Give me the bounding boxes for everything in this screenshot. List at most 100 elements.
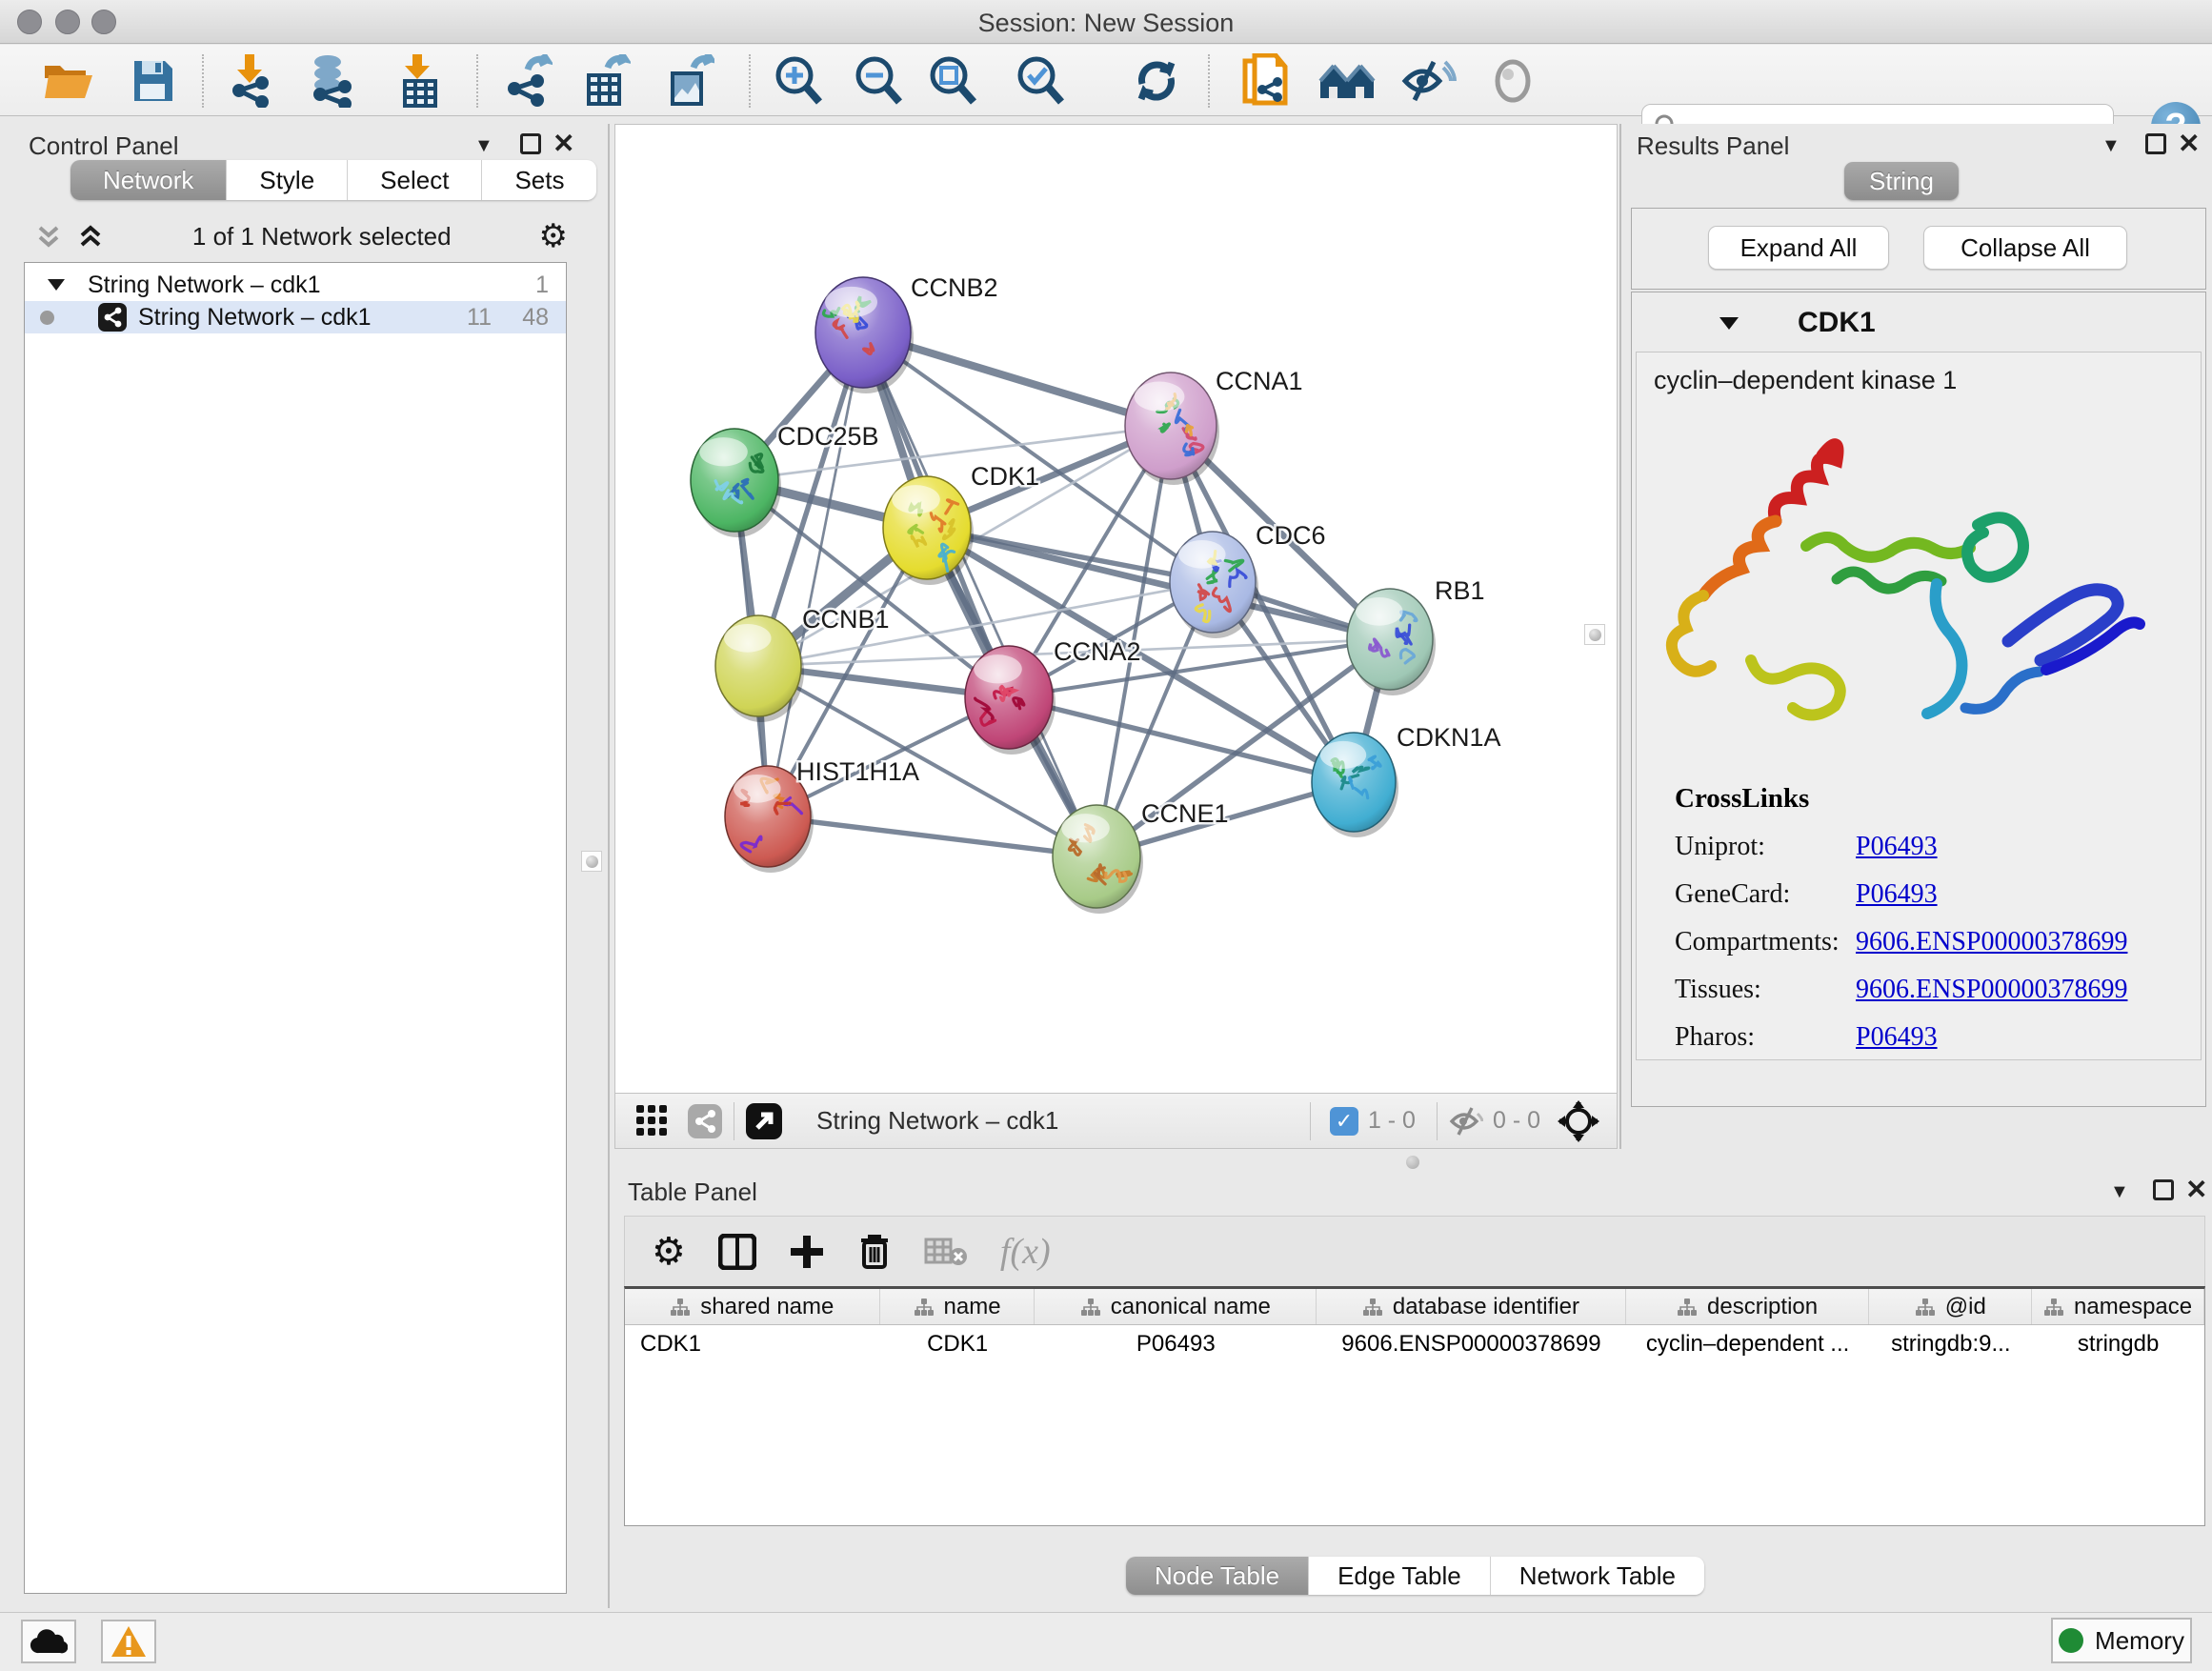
column-header-description[interactable]: description: [1626, 1289, 1870, 1324]
node-RB1[interactable]: RB1: [1347, 576, 1485, 695]
table-cell[interactable]: stringdb: [2032, 1325, 2204, 1363]
selected-checkbox-icon[interactable]: ✓: [1330, 1107, 1358, 1136]
crosshair-icon[interactable]: [1558, 1100, 1599, 1142]
tab-sets[interactable]: Sets: [482, 160, 596, 200]
network-graph[interactable]: CCNB2CCNA1CDC25BCDK1CDC6RB1CCNB1CCNA2CDK…: [615, 125, 1617, 1093]
edge-CCNB2-HIST1H1A[interactable]: [768, 332, 863, 816]
panel-float-icon[interactable]: [2145, 133, 2166, 161]
show-columns-icon[interactable]: [718, 1234, 756, 1270]
zoom-out-button[interactable]: [848, 52, 909, 110]
node-table[interactable]: shared namenamecanonical namedatabase id…: [624, 1286, 2205, 1526]
memory-status-dot: [2059, 1628, 2083, 1653]
tab-edge-table[interactable]: Edge Table: [1309, 1557, 1491, 1595]
panel-collapse-icon[interactable]: ▼: [474, 135, 493, 157]
table-cell[interactable]: stringdb:9...: [1869, 1325, 2032, 1363]
node-label-RB1: RB1: [1435, 576, 1485, 605]
column-header--id[interactable]: @id: [1869, 1289, 2032, 1324]
zoom-in-button[interactable]: [768, 52, 829, 110]
gear-icon[interactable]: ⚙: [539, 217, 568, 255]
crosslink-link[interactable]: P06493: [1856, 832, 1938, 862]
table-settings-gear-icon[interactable]: ⚙: [652, 1230, 686, 1274]
warnings-button[interactable]: [101, 1620, 156, 1663]
crosslink-link[interactable]: 9606.ENSP00000378699: [1856, 975, 2127, 1005]
panel-divider[interactable]: [608, 124, 610, 1608]
new-network-from-selection-button[interactable]: [1235, 52, 1296, 110]
column-header-shared-name[interactable]: shared name: [625, 1289, 880, 1324]
node-CCNB1[interactable]: CCNB1: [715, 605, 890, 722]
table-cell[interactable]: CDK1: [625, 1325, 880, 1363]
entry-expand-icon[interactable]: [1718, 315, 1740, 332]
table-cell[interactable]: CDK1: [880, 1325, 1036, 1363]
edge-HIST1H1A-CCNE1[interactable]: [768, 816, 1096, 856]
tab-network[interactable]: Network: [70, 160, 227, 200]
crosslink-link[interactable]: P06493: [1856, 1022, 1938, 1053]
import-network-from-file-button[interactable]: [219, 52, 280, 110]
results-divider[interactable]: [1619, 124, 1621, 1149]
open-session-button[interactable]: [38, 52, 99, 110]
birds-eye-grid-icon[interactable]: [636, 1105, 669, 1137]
zoom-fit-button[interactable]: [922, 52, 983, 110]
column-header-database-identifier[interactable]: database identifier: [1317, 1289, 1626, 1324]
tab-node-table[interactable]: Node Table: [1126, 1557, 1309, 1595]
zoom-selected-icon: [1014, 54, 1067, 108]
crosslink-link[interactable]: 9606.ENSP00000378699: [1856, 927, 2127, 957]
refresh-button[interactable]: [1126, 52, 1187, 110]
tab-network-table[interactable]: Network Table: [1491, 1557, 1704, 1595]
open-in-window-icon[interactable]: [746, 1103, 782, 1139]
show-all-button[interactable]: [1482, 52, 1543, 110]
panel-splitter-handle[interactable]: [581, 851, 602, 872]
delete-column-trash-icon[interactable]: [857, 1233, 892, 1271]
node-CCNB2[interactable]: CCNB2: [815, 273, 998, 393]
tab-select[interactable]: Select: [348, 160, 482, 200]
panel-close-icon[interactable]: ✕: [2178, 128, 2200, 159]
panel-float-icon[interactable]: [520, 133, 541, 161]
first-neighbors-button[interactable]: [1317, 52, 1377, 110]
network-type-icon[interactable]: [688, 1104, 722, 1138]
node-CDKN1A[interactable]: CDKN1A: [1312, 723, 1501, 837]
panel-collapse-icon[interactable]: ▼: [2110, 1181, 2129, 1203]
tab-string[interactable]: String: [1844, 162, 1959, 200]
add-column-icon[interactable]: [789, 1234, 825, 1270]
network-collection-row[interactable]: String Network – cdk1 1: [25, 269, 566, 301]
network-edge-count: 48: [522, 304, 549, 332]
panel-close-icon[interactable]: ✕: [2185, 1174, 2207, 1205]
panel-collapse-icon[interactable]: ▼: [2101, 135, 2121, 157]
save-session-button[interactable]: [122, 52, 183, 110]
column-header-namespace[interactable]: namespace: [2032, 1289, 2204, 1324]
table-row[interactable]: CDK1CDK1P064939606.ENSP00000378699cyclin…: [625, 1325, 2204, 1363]
expand-all-icon[interactable]: [76, 222, 105, 251]
table-cell[interactable]: cyclin–dependent ...: [1626, 1325, 1870, 1363]
network-canvas[interactable]: CCNB2CCNA1CDC25BCDK1CDC6RB1CCNB1CCNA2CDK…: [614, 124, 1618, 1094]
delete-table-icon: [924, 1236, 968, 1268]
panel-float-icon[interactable]: [2153, 1179, 2174, 1207]
tree-expand-icon[interactable]: [46, 277, 67, 292]
node-HIST1H1A[interactable]: HIST1H1A: [725, 757, 919, 873]
horizontal-splitter-handle[interactable]: [1406, 1156, 1419, 1169]
import-table-from-file-button[interactable]: [389, 52, 450, 110]
entry-header[interactable]: CDK1: [1636, 296, 2202, 350]
node-CCNE1[interactable]: CCNE1: [1053, 799, 1229, 914]
import-network-from-database-button[interactable]: [299, 52, 360, 110]
zoom-fit-icon: [926, 54, 979, 108]
node-CCNA2[interactable]: CCNA2: [965, 637, 1141, 755]
table-cell[interactable]: 9606.ENSP00000378699: [1317, 1325, 1626, 1363]
table-cell[interactable]: P06493: [1035, 1325, 1317, 1363]
node-CDK1[interactable]: CDK1: [883, 462, 1039, 585]
zoom-selected-button[interactable]: [1010, 52, 1071, 110]
network-row[interactable]: String Network – cdk1 11 48: [25, 301, 566, 333]
tab-style[interactable]: Style: [227, 160, 348, 200]
column-header-name[interactable]: name: [880, 1289, 1036, 1324]
hide-selected-button[interactable]: [1398, 52, 1459, 110]
panel-close-icon[interactable]: ✕: [553, 128, 574, 159]
expand-all-button[interactable]: Expand All: [1708, 226, 1889, 270]
crosslink-link[interactable]: P06493: [1856, 879, 1938, 910]
export-image-button[interactable]: [659, 52, 720, 110]
collapse-all-button[interactable]: Collapse All: [1923, 226, 2127, 270]
memory-button[interactable]: Memory: [2051, 1618, 2192, 1663]
collapse-all-icon[interactable]: [34, 222, 63, 251]
results-splitter-handle[interactable]: [1584, 624, 1605, 645]
cloud-button[interactable]: [21, 1620, 76, 1663]
export-network-button[interactable]: [497, 52, 558, 110]
export-table-button[interactable]: [575, 52, 636, 110]
column-header-canonical-name[interactable]: canonical name: [1035, 1289, 1317, 1324]
